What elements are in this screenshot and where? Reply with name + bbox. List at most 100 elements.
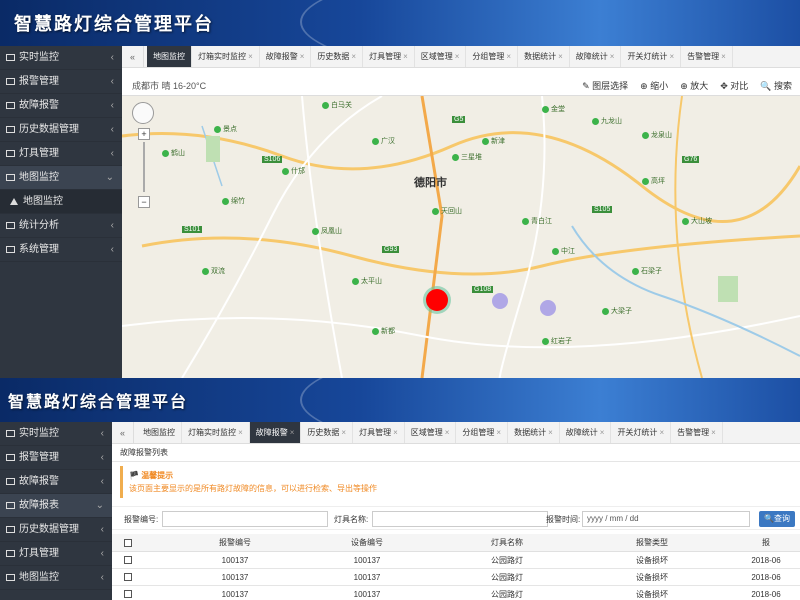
zoom-out-button[interactable]: − [138, 196, 150, 208]
sidebar-item-3[interactable]: 历史数据管理 ‹ [0, 118, 122, 142]
map-poi[interactable]: 白马关 [322, 100, 352, 110]
code-input[interactable] [162, 511, 328, 527]
tab-2[interactable]: 故障报警 × [260, 46, 312, 67]
sidebar2-item-1[interactable]: 报警管理 ‹ [0, 446, 112, 470]
map-poi[interactable]: 鹤山 [162, 148, 185, 158]
map-tool-3[interactable]: ✥ 对比 [720, 81, 748, 91]
map-tool-2[interactable]: ⊕ 放大 [680, 81, 708, 91]
row-checkbox[interactable] [124, 590, 132, 598]
tab2-0[interactable]: 地图监控 [137, 422, 183, 443]
sidebar-item-0[interactable]: 实时监控 ‹ [0, 46, 122, 70]
tab-1[interactable]: 灯箱实时监控 × [192, 46, 260, 67]
map-poi[interactable]: 大梁子 [602, 306, 632, 316]
tab2-3[interactable]: 历史数据 × [301, 422, 354, 443]
close-icon[interactable]: × [341, 428, 346, 437]
sidebar2-item-6[interactable]: 地图监控 ‹ [0, 566, 112, 590]
map-tool-4[interactable]: 🔍 搜索 [760, 81, 792, 91]
name-input[interactable] [372, 511, 548, 527]
close-icon[interactable]: × [558, 52, 563, 61]
tab2-2[interactable]: 故障报警 × [249, 422, 302, 443]
tab-0[interactable]: 地图监控 [147, 46, 193, 67]
close-icon[interactable]: × [600, 428, 605, 437]
tab-4[interactable]: 灯具管理 × [363, 46, 415, 67]
tab-8[interactable]: 故障统计 × [570, 46, 622, 67]
map-poi[interactable]: 中江 [552, 246, 575, 256]
map-poi[interactable]: 天回山 [432, 206, 462, 216]
table-row[interactable]: 100137 100137 公园路灯 设备损坏 2018-06 [112, 552, 800, 569]
tab2-8[interactable]: 故障统计 × [560, 422, 612, 443]
map-poi[interactable]: 景点 [214, 124, 237, 134]
close-icon[interactable]: × [721, 52, 726, 61]
pan-control[interactable] [132, 102, 154, 124]
map-poi[interactable]: 太平山 [352, 276, 382, 286]
close-icon[interactable]: × [610, 52, 615, 61]
map-poi[interactable]: 大山坡 [682, 216, 712, 226]
sidebar2-item-5[interactable]: 灯具管理 ‹ [0, 542, 112, 566]
tab-3[interactable]: 历史数据 × [311, 46, 364, 67]
map-poi[interactable]: 新都 [372, 326, 395, 336]
tab-scroll-left-icon[interactable]: « [122, 46, 144, 67]
sidebar-item-7[interactable]: 统计分析 ‹ [0, 214, 122, 238]
sidebar2-item-3[interactable]: 故障报表 ⌄ [0, 494, 112, 518]
tab2-6[interactable]: 分组管理 × [456, 422, 509, 443]
map-poi[interactable]: 龙泉山 [642, 130, 672, 140]
close-icon[interactable]: × [496, 428, 501, 437]
close-icon[interactable]: × [506, 52, 511, 61]
map-poi[interactable]: 凤凰山 [312, 226, 342, 236]
zoom-slider[interactable] [143, 142, 145, 192]
close-icon[interactable]: × [445, 428, 450, 437]
close-icon[interactable]: × [393, 428, 398, 437]
sidebar-item-4[interactable]: 灯具管理 ‹ [0, 142, 122, 166]
tab-5[interactable]: 区域管理 × [415, 46, 467, 67]
tab2-1[interactable]: 灯箱实时监控 × [182, 422, 250, 443]
close-icon[interactable]: × [711, 428, 716, 437]
map-poi[interactable]: 金堂 [542, 104, 565, 114]
row-checkbox[interactable] [124, 573, 132, 581]
sidebar2-item-2[interactable]: 故障报警 ‹ [0, 470, 112, 494]
sidebar2-item-0[interactable]: 实时监控 ‹ [0, 422, 112, 446]
map-poi[interactable]: 新津 [482, 136, 505, 146]
column-header[interactable]: 报警编号 [170, 534, 300, 552]
tab-9[interactable]: 开关灯统计 × [621, 46, 682, 67]
map-poi[interactable]: 红岩子 [542, 336, 572, 346]
tab2-9[interactable]: 开关灯统计 × [611, 422, 672, 443]
close-icon[interactable]: × [248, 52, 253, 61]
map-poi[interactable]: 九龙山 [592, 116, 622, 126]
zoom-in-button[interactable]: + [138, 128, 150, 140]
sidebar-item-8[interactable]: 系统管理 ‹ [0, 238, 122, 262]
column-header[interactable]: 设备编号 [302, 534, 432, 552]
tab2-7[interactable]: 数据统计 × [508, 422, 560, 443]
query-button[interactable]: 🔍查询 [759, 511, 795, 527]
row-checkbox[interactable] [124, 556, 132, 564]
map-view[interactable]: 德阳市 白马关 景点 鹤山 广汉 新津 金堂 九龙山 龙泉山 青白江 三星堆 什邡 绵竹 中江 天回山 太平… [122, 96, 800, 378]
column-header[interactable]: 报警类型 [582, 534, 722, 552]
close-icon[interactable]: × [290, 428, 295, 437]
map-poi[interactable]: 三星堆 [452, 152, 482, 162]
map-tool-0[interactable]: ✎ 图层选择 [582, 81, 628, 91]
close-icon[interactable]: × [669, 52, 674, 61]
tab-scroll-left-icon-2[interactable]: « [112, 422, 134, 443]
tab-7[interactable]: 数据统计 × [518, 46, 570, 67]
tab-6[interactable]: 分组管理 × [466, 46, 519, 67]
map-poi[interactable]: 石梁子 [632, 266, 662, 276]
close-icon[interactable]: × [659, 428, 664, 437]
sidebar2-item-4[interactable]: 历史数据管理 ‹ [0, 518, 112, 542]
map-poi[interactable]: 双流 [202, 266, 225, 276]
map-tool-1[interactable]: ⊕ 缩小 [640, 81, 668, 91]
close-icon[interactable]: × [300, 52, 305, 61]
map-poi[interactable]: 青白江 [522, 216, 552, 226]
close-icon[interactable]: × [403, 52, 408, 61]
map-poi[interactable]: 广汉 [372, 136, 395, 146]
column-header[interactable]: 报 [732, 534, 800, 552]
table-row[interactable]: 100137 100137 公园路灯 设备损坏 2018-06 [112, 586, 800, 600]
sidebar-item-1[interactable]: 报警管理 ‹ [0, 70, 122, 94]
close-icon[interactable]: × [455, 52, 460, 61]
close-icon[interactable]: × [238, 428, 243, 437]
tab-10[interactable]: 告警管理 × [681, 46, 733, 67]
tab2-4[interactable]: 灯具管理 × [353, 422, 405, 443]
sidebar-item-6[interactable]: 地图监控 [0, 190, 122, 214]
table-row[interactable]: 100137 100137 公园路灯 设备损坏 2018-06 [112, 569, 800, 586]
sidebar-item-2[interactable]: 故障报警 ‹ [0, 94, 122, 118]
column-header[interactable]: 灯具名称 [442, 534, 572, 552]
map-poi[interactable]: 绵竹 [222, 196, 245, 206]
